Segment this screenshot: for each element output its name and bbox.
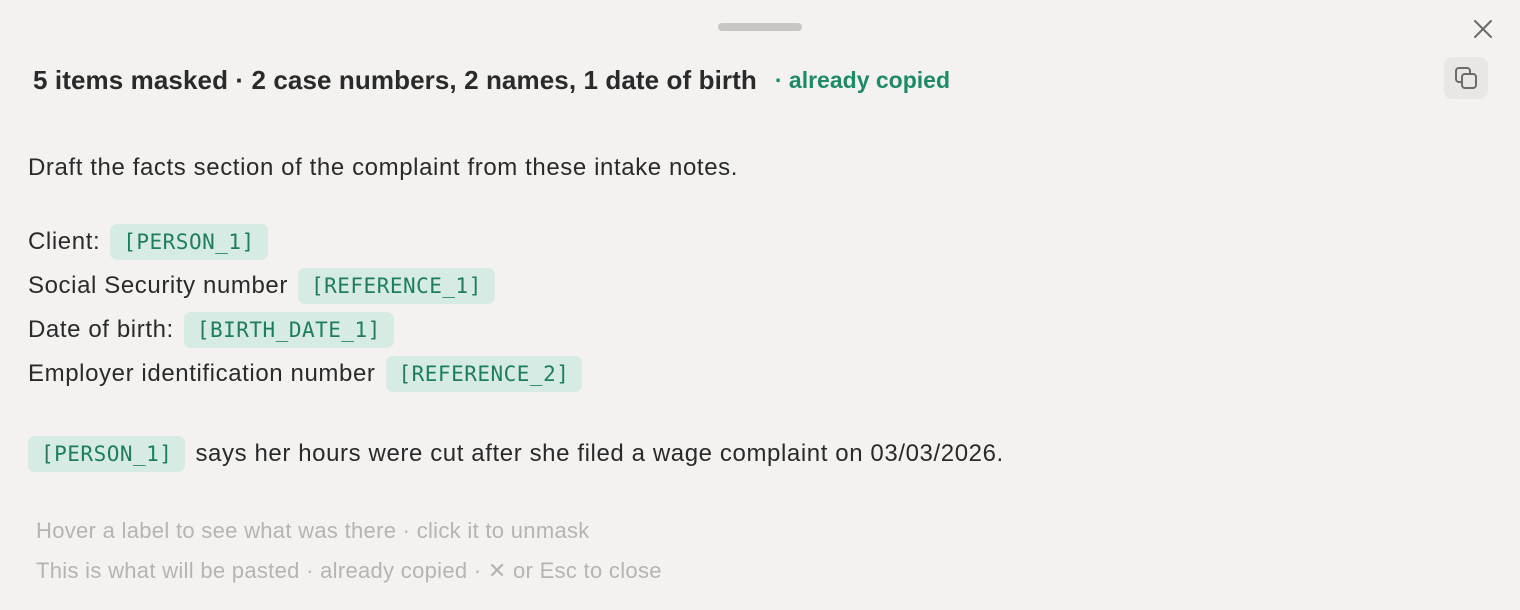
paste-hint: This is what will be pasted · already co… [36,558,662,583]
copy-icon [1455,67,1477,89]
field-row-ein: Employer identification number [REFERENC… [28,352,1448,396]
field-label: Client: [28,228,101,255]
sentence-text: says her hours were cut after she filed … [195,440,1004,467]
field-row-dob: Date of birth: [BIRTH_DATE_1] [28,308,1448,352]
close-icon [1474,20,1492,38]
copy-button[interactable] [1444,57,1488,99]
mask-token-person-1[interactable]: [PERSON_1] [28,436,186,472]
mask-summary: 5 items masked · 2 case numbers, 2 names… [33,60,950,100]
field-label: Social Security number [28,272,288,299]
field-row-client: Client: [PERSON_1] [28,220,1448,264]
hover-hint: Hover a label to see what was there · cl… [36,518,590,543]
field-label: Date of birth: [28,316,174,343]
sentence-line: [PERSON_1] says her hours were cut after… [28,432,1448,476]
mask-token-reference-1[interactable]: [REFERENCE_1] [297,268,495,304]
close-button[interactable] [1466,12,1500,46]
mask-token-reference-2[interactable]: [REFERENCE_2] [385,356,583,392]
mask-preview-panel: 5 items masked · 2 case numbers, 2 names… [0,0,1520,610]
masked-content: Draft the facts section of the complaint… [28,146,1448,476]
instruction-text: Draft the facts section of the complaint… [28,154,739,181]
copied-status: · already copied [774,66,950,93]
field-row-ssn: Social Security number [REFERENCE_1] [28,264,1448,308]
mask-token-person-1[interactable]: [PERSON_1] [110,224,268,260]
drag-handle[interactable] [718,23,802,31]
instruction-line: Draft the facts section of the complaint… [28,146,1448,190]
summary-text: 5 items masked · 2 case numbers, 2 names… [33,64,757,95]
field-label: Employer identification number [28,360,376,387]
mask-token-birth-date-1[interactable]: [BIRTH_DATE_1] [183,312,394,348]
